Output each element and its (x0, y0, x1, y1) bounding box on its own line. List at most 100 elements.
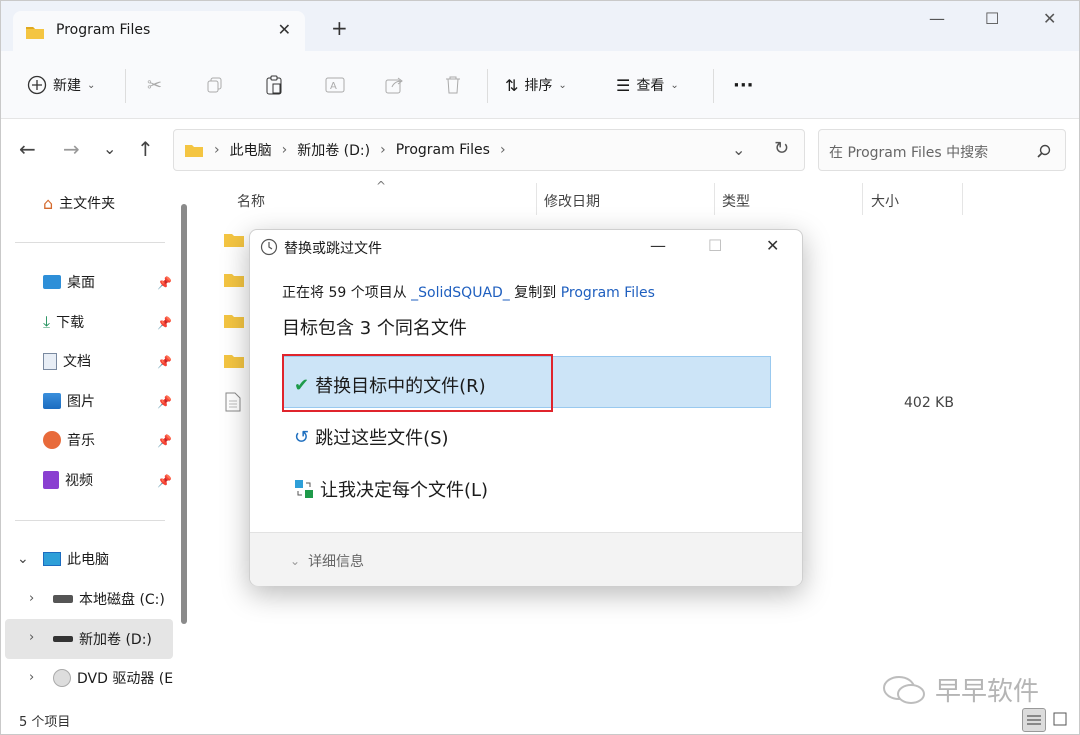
dialog-minimize-button[interactable]: — (650, 236, 666, 255)
sidebar-item-label: 本地磁盘 (C:) (79, 592, 165, 608)
sort-icon: ⇅ (505, 75, 519, 95)
pin-icon[interactable]: 📌 (157, 276, 172, 290)
tab-title: Program Files (56, 22, 151, 38)
copy-icon[interactable] (206, 73, 224, 97)
sidebar-item-label: 此电脑 (67, 552, 109, 568)
sidebar-item-pictures[interactable]: 图片 (43, 388, 95, 414)
close-button[interactable]: ✕ (1043, 9, 1056, 28)
column-divider[interactable] (714, 183, 715, 215)
dialog-maximize-button[interactable]: ☐ (708, 236, 722, 255)
breadcrumb-this-pc[interactable]: 此电脑 (230, 140, 272, 160)
sort-button[interactable]: ⇅ 排序 ⌄ (505, 73, 567, 97)
expand-chevron-icon[interactable]: › (29, 591, 34, 606)
chevron-down-icon: ⌄ (87, 79, 96, 91)
view-label: 查看 (636, 78, 665, 94)
option-replace[interactable]: ✔ 替换目标中的文件(R) (294, 372, 486, 398)
sidebar-item-music[interactable]: 音乐 (43, 427, 95, 453)
tiles-view-icon[interactable] (1049, 708, 1073, 732)
column-divider[interactable] (962, 183, 963, 215)
sidebar-item-downloads[interactable]: ⤓ 下载 (43, 309, 84, 335)
column-size[interactable]: 大小 (871, 191, 899, 211)
share-icon[interactable] (385, 73, 403, 97)
maximize-button[interactable]: ☐ (985, 9, 999, 28)
toolbar-divider (125, 69, 126, 103)
breadcrumb-program-files[interactable]: Program Files (396, 142, 490, 158)
breadcrumb-drive-d[interactable]: 新加卷 (D:) (297, 140, 370, 160)
sidebar-item-label: 桌面 (67, 275, 95, 291)
new-button[interactable]: 新建 ⌄ (27, 73, 95, 97)
dvd-icon (53, 669, 71, 687)
folder-icon[interactable] (223, 353, 245, 373)
sidebar-item-videos[interactable]: 视频 (43, 467, 93, 493)
expand-chevron-icon[interactable]: › (29, 630, 34, 645)
chevron-down-icon: ⌄ (290, 554, 301, 568)
conflict-text: 目标包含 3 个同名文件 (282, 318, 467, 339)
rename-icon[interactable]: A (325, 73, 345, 97)
folder-icon[interactable] (223, 313, 245, 333)
sidebar-item-documents[interactable]: 文档 (43, 348, 91, 374)
back-arrow-icon[interactable]: ← (19, 139, 36, 159)
sidebar-item-label: 新加卷 (D:) (79, 632, 152, 648)
sidebar-item-drive-c[interactable]: 本地磁盘 (C:) (53, 586, 165, 612)
sidebar-item-label: 下载 (56, 315, 85, 331)
pin-icon[interactable]: 📌 (157, 395, 172, 409)
paste-icon[interactable] (265, 73, 283, 97)
details-view-icon[interactable] (1022, 708, 1046, 732)
column-name[interactable]: 名称 (237, 191, 265, 211)
breadcrumb-separator: › (380, 142, 386, 158)
sidebar-item-label: 视频 (65, 473, 93, 489)
explorer-window: Program Files ✕ + — ☐ ✕ 新建 ⌄ ✂ A ⇅ 排序 ⌄ … (0, 0, 1080, 735)
sidebar-item-this-pc[interactable]: 此电脑 (43, 546, 109, 572)
file-icon[interactable] (225, 392, 241, 416)
file-size: 402 KB (904, 395, 954, 411)
view-button[interactable]: ☰ 查看 ⌄ (616, 73, 679, 97)
sidebar-item-desktop[interactable]: 桌面 (43, 269, 95, 295)
plus-circle-icon (27, 75, 47, 95)
status-item-count: 5 个项目 (19, 715, 71, 730)
wechat-icon (883, 675, 925, 704)
source-link[interactable]: _SolidSQUAD_ (411, 285, 510, 301)
more-options-icon[interactable]: ··· (733, 73, 754, 97)
dialog-close-button[interactable]: ✕ (766, 236, 779, 255)
clock-icon (260, 238, 278, 256)
minimize-button[interactable]: — (929, 9, 945, 28)
folder-icon[interactable] (223, 232, 245, 252)
option-decide[interactable]: 让我决定每个文件(L) (294, 476, 488, 502)
pin-icon[interactable]: 📌 (157, 434, 172, 448)
sidebar-scrollbar[interactable] (181, 204, 187, 624)
sidebar-item-dvd[interactable]: DVD 驱动器 (E (53, 665, 173, 691)
cut-icon[interactable]: ✂ (147, 73, 162, 97)
forward-arrow-icon[interactable]: → (63, 139, 80, 159)
pin-icon[interactable]: 📌 (157, 316, 172, 330)
destination-link[interactable]: Program Files (561, 285, 655, 301)
drive-icon (53, 595, 73, 603)
folder-icon[interactable] (223, 272, 245, 292)
compare-files-icon (295, 480, 313, 498)
more-details-toggle[interactable]: ⌄ 详细信息 (290, 551, 364, 571)
column-date[interactable]: 修改日期 (544, 191, 600, 211)
search-box[interactable]: 在 Program Files 中搜索 (818, 129, 1066, 171)
expand-chevron-icon[interactable]: › (29, 670, 34, 685)
new-tab-button[interactable]: + (331, 18, 348, 38)
delete-icon[interactable] (445, 73, 461, 97)
refresh-icon[interactable]: ↻ (774, 138, 789, 159)
sidebar-item-drive-d[interactable]: 新加卷 (D:) (53, 626, 152, 652)
title-bar: Program Files ✕ + — ☐ ✕ (1, 1, 1079, 51)
tab-program-files[interactable]: Program Files ✕ (13, 11, 305, 51)
option-skip[interactable]: ↺ 跳过这些文件(S) (294, 424, 449, 450)
address-bar[interactable]: › 此电脑 › 新加卷 (D:) › Program Files › ⌄ ↻ (173, 129, 805, 171)
address-dropdown-icon[interactable]: ⌄ (732, 140, 745, 159)
drive-icon (53, 636, 73, 642)
column-type[interactable]: 类型 (722, 191, 750, 211)
column-divider[interactable] (862, 183, 863, 215)
expand-chevron-icon[interactable]: ⌄ (17, 551, 29, 567)
up-arrow-icon[interactable]: ↑ (137, 139, 154, 159)
pin-icon[interactable]: 📌 (157, 474, 172, 488)
sidebar-item-label: 主文件夹 (59, 196, 116, 212)
breadcrumb-separator: › (281, 142, 288, 158)
recent-chevron-icon[interactable]: ⌄ (103, 139, 116, 159)
pin-icon[interactable]: 📌 (157, 355, 172, 369)
tab-close-icon[interactable]: ✕ (278, 20, 291, 39)
sidebar-item-home[interactable]: ⌂ 主文件夹 (43, 190, 115, 216)
column-divider[interactable] (536, 183, 537, 215)
